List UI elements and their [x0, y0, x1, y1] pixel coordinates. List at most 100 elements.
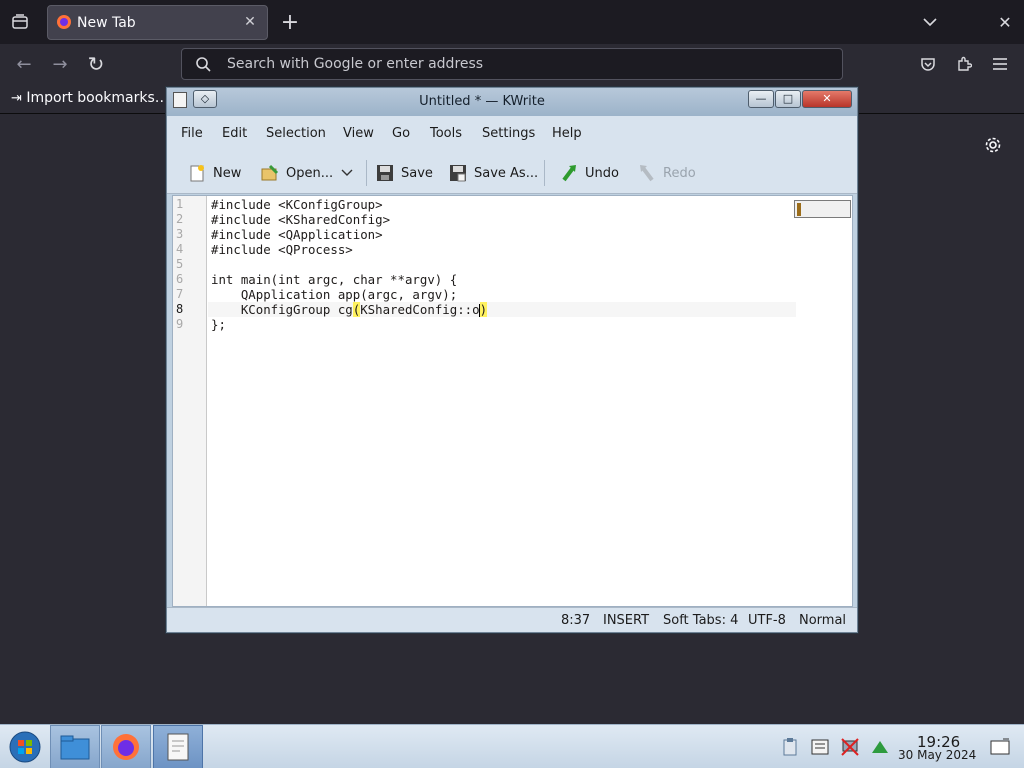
cursor-position[interactable]: 8:37 — [561, 613, 590, 628]
line-number-current: 8 — [176, 302, 184, 316]
extensions-icon[interactable] — [952, 52, 976, 76]
encoding[interactable]: UTF-8 — [748, 613, 786, 628]
line-number: 1 — [176, 197, 184, 211]
toolbar-separator — [366, 160, 367, 186]
taskbar-firefox[interactable] — [101, 725, 151, 768]
line-number: 5 — [176, 257, 184, 271]
main-toolbar: New Open... Save Save As... Undo Redo — [167, 152, 857, 194]
pocket-icon[interactable] — [916, 52, 940, 76]
line-number: 7 — [176, 287, 184, 301]
back-button[interactable]: ← — [12, 52, 36, 76]
code-line: int main(int argc, char **argv) { — [211, 272, 458, 287]
tab-manager-icon[interactable] — [8, 10, 32, 34]
import-bookmarks-button[interactable]: ⇥ Import bookmarks… — [11, 90, 169, 106]
undo-label: Undo — [585, 165, 619, 181]
code-line: }; — [211, 317, 226, 332]
line-number-gutter: 1 2 3 4 5 6 7 8 9 — [173, 196, 207, 606]
new-label: New — [213, 165, 242, 181]
text-editor[interactable]: 1 2 3 4 5 6 7 8 9 #include <KConfigGroup… — [172, 195, 853, 607]
forward-button[interactable]: → — [48, 52, 72, 76]
updates-icon[interactable] — [870, 737, 890, 757]
open-label: Open... — [286, 165, 334, 181]
menu-bar: File Edit Selection View Go Tools Settin… — [167, 116, 857, 152]
save-icon — [375, 163, 395, 183]
chevron-down-icon — [341, 166, 353, 181]
kwrite-window: ◇ Untitled * — KWrite — □ ✕ File Edit Se… — [166, 87, 858, 633]
menu-file[interactable]: File — [181, 126, 203, 141]
save-as-button[interactable]: Save As... — [448, 158, 538, 188]
save-button[interactable]: Save — [375, 158, 433, 188]
input-mode[interactable]: Normal — [799, 613, 846, 628]
browser-nav-bar: ← → ↻ Search with Google or enter addres… — [0, 44, 1024, 84]
new-button[interactable]: New — [187, 158, 241, 188]
code-segment: KSharedConfig::o — [360, 302, 480, 317]
code-line: #include <KSharedConfig> — [211, 212, 391, 227]
browser-tab-bar: New Tab ✕ + ✕ — [0, 0, 1024, 44]
open-dropdown-button[interactable] — [341, 158, 353, 188]
code-line: #include <KConfigGroup> — [211, 197, 383, 212]
open-button[interactable]: Open... — [260, 158, 333, 188]
import-icon: ⇥ — [11, 91, 22, 106]
kwrite-title-bar[interactable]: ◇ Untitled * — KWrite — □ ✕ — [167, 88, 857, 116]
redo-button[interactable]: Redo — [637, 158, 696, 188]
close-button[interactable]: ✕ — [802, 90, 852, 108]
menu-tools[interactable]: Tools — [430, 126, 462, 141]
gear-icon[interactable] — [981, 133, 1005, 157]
show-desktop-icon[interactable] — [989, 737, 1010, 757]
redo-icon — [637, 163, 657, 183]
minimap[interactable] — [794, 200, 851, 218]
window-title: Untitled * — KWrite — [419, 94, 545, 109]
menu-view[interactable]: View — [343, 126, 374, 141]
code-line-current: KConfigGroup cg(KSharedConfig::o) — [211, 302, 488, 317]
menu-help[interactable]: Help — [552, 126, 582, 141]
maximize-button[interactable]: □ — [775, 90, 801, 108]
taskbar-file-manager[interactable] — [50, 725, 100, 768]
search-icon — [195, 56, 212, 77]
tab-new-tab[interactable]: New Tab ✕ — [47, 5, 268, 40]
tab-title: New Tab — [77, 15, 136, 31]
list-all-tabs-icon[interactable] — [918, 10, 942, 34]
new-tab-button[interactable]: + — [278, 10, 302, 35]
edit-mode[interactable]: INSERT — [603, 613, 649, 628]
line-number: 2 — [176, 212, 184, 226]
folder-icon — [60, 735, 90, 760]
minimap-viewport-marker — [797, 203, 801, 216]
new-document-icon — [187, 163, 207, 183]
text-editor-icon — [167, 733, 189, 761]
code-line: QApplication app(argc, argv); — [211, 287, 458, 302]
open-folder-icon — [260, 163, 280, 183]
address-bar[interactable]: Search with Google or enter address — [181, 48, 843, 80]
address-placeholder: Search with Google or enter address — [227, 56, 484, 72]
code-line: #include <QApplication> — [211, 227, 383, 242]
minimize-button[interactable]: — — [748, 90, 774, 108]
line-number: 3 — [176, 227, 184, 241]
save-as-icon — [448, 163, 468, 183]
start-orb-icon — [9, 731, 41, 763]
clock-date[interactable]: 30 May 2024 — [898, 748, 976, 762]
menu-edit[interactable]: Edit — [222, 126, 247, 141]
line-number: 6 — [176, 272, 184, 286]
menu-settings[interactable]: Settings — [482, 126, 535, 141]
save-as-label: Save As... — [474, 165, 539, 181]
start-button[interactable] — [0, 725, 50, 768]
menu-icon[interactable] — [988, 52, 1012, 76]
notes-icon[interactable] — [810, 737, 830, 757]
clipboard-icon[interactable] — [780, 737, 800, 757]
menu-go[interactable]: Go — [392, 126, 410, 141]
line-number: 9 — [176, 317, 184, 331]
matching-bracket: ) — [479, 302, 488, 317]
window-close-button[interactable]: ✕ — [993, 10, 1017, 34]
menu-selection[interactable]: Selection — [266, 126, 326, 141]
undo-button[interactable]: Undo — [559, 158, 619, 188]
redo-label: Redo — [663, 165, 696, 181]
code-segment: KConfigGroup cg — [211, 302, 353, 317]
close-tab-icon[interactable]: ✕ — [241, 12, 259, 32]
indentation-setting[interactable]: Soft Tabs: 4 — [663, 613, 738, 628]
code-line: #include <QProcess> — [211, 242, 353, 257]
reload-button[interactable]: ↻ — [84, 52, 108, 76]
status-bar: 8:37 INSERT Soft Tabs: 4 UTF-8 Normal — [167, 607, 857, 632]
taskbar-kwrite[interactable] — [153, 725, 203, 768]
firefox-icon — [56, 14, 72, 30]
network-disconnected-icon[interactable] — [840, 737, 860, 757]
firefox-icon — [113, 734, 139, 760]
